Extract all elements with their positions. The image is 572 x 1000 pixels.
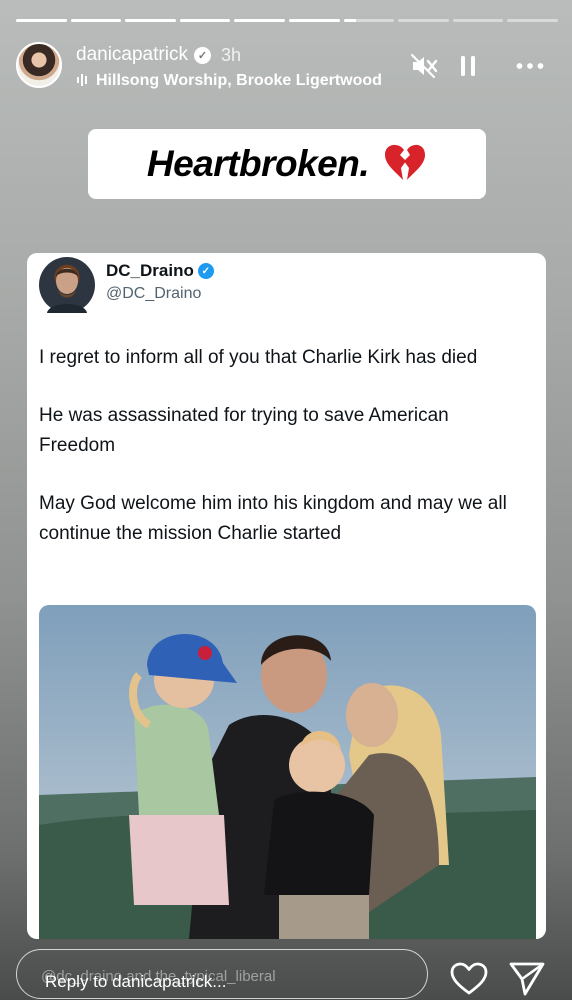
progress-segment xyxy=(288,19,340,22)
progress-segment xyxy=(507,19,558,22)
user-row: danicapatrick ✓ 3h xyxy=(76,44,241,66)
tweet-body: I regret to inform all of you that Charl… xyxy=(39,343,529,577)
progress-segment xyxy=(179,19,231,22)
caption-text: Heartbroken. xyxy=(146,143,370,184)
story-progress xyxy=(16,19,558,22)
music-bars-icon xyxy=(76,73,90,90)
progress-segment xyxy=(125,19,176,22)
verified-badge-icon: ✓ xyxy=(193,46,211,64)
progress-segment xyxy=(70,19,122,22)
speaker-muted-icon[interactable] xyxy=(410,52,438,80)
reply-placeholder: Reply to danicapatrick... xyxy=(45,972,227,991)
username[interactable]: danicapatrick xyxy=(76,44,188,66)
post-time: 3h xyxy=(220,44,241,65)
tweet-photo[interactable] xyxy=(39,605,536,939)
send-icon[interactable] xyxy=(508,961,546,997)
progress-segment xyxy=(398,19,449,22)
heart-icon[interactable] xyxy=(450,962,488,996)
tweet-avatar xyxy=(39,257,95,313)
progress-segment xyxy=(343,19,395,22)
tweet-author-name[interactable]: DC_Draino xyxy=(106,261,194,281)
profile-avatar[interactable] xyxy=(16,42,62,88)
tweet-paragraph: I regret to inform all of you that Charl… xyxy=(39,347,478,368)
progress-segment xyxy=(16,19,67,22)
story-header: danicapatrick ✓ 3h Hillsong Worship, Bro… xyxy=(16,40,558,92)
tweet-author-row: DC_Draino ✓ xyxy=(106,261,214,281)
more-dots-icon[interactable] xyxy=(516,52,544,80)
music-title: Hillsong Worship, Brooke Ligertwood xyxy=(96,72,382,89)
caption-sticker: Heartbroken. xyxy=(88,129,486,199)
music-attribution[interactable]: Hillsong Worship, Brooke Ligertwood xyxy=(76,72,406,90)
broken-heart-icon xyxy=(383,142,427,187)
tweet-paragraph: He was assassinated for trying to save A… xyxy=(39,405,449,456)
progress-segment xyxy=(234,19,285,22)
reply-input[interactable]: @dc_draino and the_typical_liberal Reply… xyxy=(16,949,428,999)
progress-segment xyxy=(452,19,504,22)
verified-check-icon: ✓ xyxy=(197,263,214,279)
tweet-paragraph: May God welcome him into his kingdom and… xyxy=(39,493,507,544)
pause-icon[interactable] xyxy=(454,52,482,80)
tweet-card[interactable]: DC_Draino ✓ @DC_Draino I regret to infor… xyxy=(27,253,546,939)
tweet-author-handle[interactable]: @DC_Draino xyxy=(106,285,201,303)
